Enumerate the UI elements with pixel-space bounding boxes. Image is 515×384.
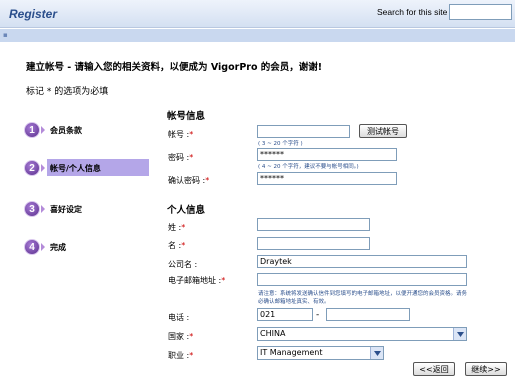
username-label: 帐号 :* [168, 130, 194, 139]
email-label: 电子邮箱地址 :* [168, 276, 226, 285]
email-hint-line2: 必确认邮箱地址真实、有效。 [258, 299, 330, 305]
step-4: 4 完成 [24, 238, 66, 256]
next-button[interactable]: 继续>> [465, 362, 507, 376]
lastname-label: 姓 :* [168, 223, 186, 232]
email-hint-line1: 请注意：系统将发送确认信件到您填写的电子邮箱地址，以便开通您的会员资格。请务 [258, 291, 468, 297]
back-button[interactable]: <<返回 [413, 362, 455, 376]
country-select[interactable]: CHINA [257, 327, 467, 341]
job-value: IT Management [260, 348, 323, 357]
test-account-button[interactable]: 测试帐号 [359, 124, 407, 138]
step-number-icon: 1 [24, 122, 40, 138]
step-label: 完成 [50, 242, 66, 252]
step-3: 3 喜好设定 [24, 200, 82, 218]
step-label: 会员条款 [50, 125, 82, 135]
password-label: 密码 :* [168, 153, 194, 162]
email-input[interactable] [257, 273, 467, 286]
step-1: 1 会员条款 [24, 121, 82, 139]
company-input[interactable]: Draytek [257, 255, 467, 268]
account-section-title: 帐号信息 [167, 111, 206, 122]
step-arrow-icon [41, 164, 45, 172]
header-bar: Register Search for this site [0, 0, 515, 28]
country-value: CHINA [260, 329, 286, 338]
phone-dash: - [316, 310, 320, 320]
confirm-password-label: 确认密码 :* [168, 176, 210, 185]
step-arrow-icon [41, 126, 45, 134]
personal-section-title: 个人信息 [167, 205, 206, 216]
chevron-down-icon[interactable] [453, 328, 466, 340]
step-arrow-icon [41, 243, 45, 251]
phone-area-input[interactable]: 021 [257, 308, 313, 321]
step-number-icon: 3 [24, 201, 40, 217]
strip-marker-icon: ▪ [3, 31, 8, 39]
search-label: Search for this site [377, 7, 448, 17]
job-label: 职业 :* [168, 351, 194, 360]
page-title: Register [9, 7, 58, 21]
nav-strip: ▪ [0, 29, 515, 42]
confirm-password-input[interactable]: ****** [257, 172, 397, 185]
country-label: 国家 :* [168, 332, 194, 341]
required-note: 标记 * 的选项为必填 [26, 87, 109, 97]
phone-label: 电话 : [168, 313, 190, 322]
step-number-icon: 4 [24, 239, 40, 255]
username-hint: ( 3 ~ 20 个字符 ) [258, 141, 303, 147]
username-input[interactable] [257, 125, 350, 138]
chevron-down-icon[interactable] [370, 347, 383, 359]
job-select[interactable]: IT Management [257, 346, 384, 360]
step-arrow-icon [41, 205, 45, 213]
intro-heading: 建立帐号 - 请输入您的相关资料，以便成为 VigorPro 的会员，谢谢! [26, 62, 323, 73]
search-input[interactable] [449, 4, 512, 20]
step-number-icon: 2 [24, 160, 40, 176]
firstname-label: 名 :* [168, 241, 186, 250]
step-label: 喜好设定 [50, 204, 82, 214]
step-2: 2 帐号/个人信息 [24, 159, 101, 177]
password-hint: ( 4 ~ 20 个字符，建议不要与帐号相同。) [258, 164, 359, 170]
step-label: 帐号/个人信息 [50, 163, 101, 173]
lastname-input[interactable] [257, 218, 370, 231]
firstname-input[interactable] [257, 237, 370, 250]
company-label: 公司名 : [168, 260, 198, 269]
phone-number-input[interactable] [326, 308, 410, 321]
password-input[interactable]: ****** [257, 148, 397, 161]
